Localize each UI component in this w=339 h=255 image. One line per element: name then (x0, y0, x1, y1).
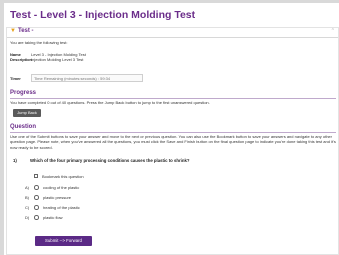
submit-forward-button[interactable]: Submit --> Forward (35, 236, 92, 246)
question-text: Which of the four primary processing con… (30, 158, 190, 163)
option-text-b: plastic pressure (43, 195, 72, 200)
option-radio-b[interactable] (34, 195, 39, 200)
option-letter-b: B) (25, 195, 29, 200)
filter-icon: ▼ (10, 28, 16, 34)
option-letter-c: C) (25, 205, 30, 210)
option-text-d: plastic flow (43, 215, 63, 220)
panel-header[interactable]: ▼ Test - ^ (7, 28, 338, 38)
question-section-title: Question (10, 124, 37, 130)
intro-text: You are taking the following test: (10, 40, 68, 45)
option-letter-d: D) (25, 215, 30, 220)
question-instructions: Use one of the Submit buttons to save yo… (10, 134, 336, 150)
progress-text: You have completed 0 out of 40 questions… (10, 100, 210, 105)
question-number: 1) (13, 158, 17, 163)
page-title: Test - Level 3 - Injection Molding Test (10, 9, 196, 21)
test-page: Test - Level 3 - Injection Molding Test … (0, 0, 339, 255)
description-value: Injection Molding Level 3 Test (31, 57, 84, 62)
bookmark-label: Bookmark this question (42, 173, 84, 179)
description-label: Description (10, 57, 33, 62)
panel-header-label: Test - (18, 28, 34, 34)
option-radio-d[interactable] (34, 215, 39, 220)
option-radio-a[interactable] (34, 185, 39, 190)
chevron-up-icon[interactable]: ^ (332, 28, 334, 34)
progress-title: Progress (10, 90, 37, 96)
test-panel: ▼ Test - ^ You are taking the following … (6, 27, 339, 255)
option-text-c: heating of the plastic (43, 205, 80, 210)
option-radio-c[interactable] (34, 205, 39, 210)
timer-label: Timer (10, 76, 21, 81)
option-letter-a: A) (25, 185, 29, 190)
bookmark-checkbox[interactable] (34, 174, 38, 178)
jump-back-button[interactable]: Jump Back (13, 109, 41, 117)
question-divider (10, 132, 336, 133)
timer-value: Time Remaining (minutes:seconds) : 59:34 (34, 76, 111, 81)
option-text-a: cooling of the plastic (43, 185, 80, 190)
progress-divider (10, 98, 336, 99)
